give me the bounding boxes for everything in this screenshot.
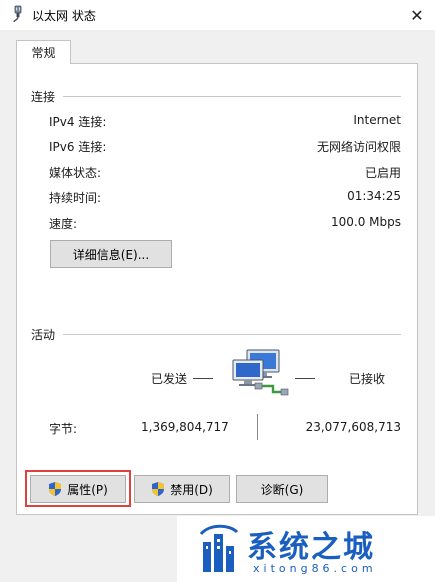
- media-state-value: 已启用: [364, 166, 401, 180]
- properties-button[interactable]: 属性(P): [30, 475, 126, 503]
- watermark-url: xitong86.com: [253, 562, 377, 575]
- received-dash: [295, 378, 315, 379]
- diagnose-button[interactable]: 诊断(G): [236, 475, 328, 503]
- speed-label: 速度:: [49, 217, 78, 231]
- received-label: 已接收: [349, 372, 386, 386]
- ipv4-label: IPv4 连接:: [49, 115, 107, 129]
- general-panel: 连接 IPv4 连接: Internet IPv6 连接: 无网络访问权限 媒体…: [16, 63, 418, 515]
- connection-group-divider: [63, 96, 401, 97]
- close-icon: ✕: [410, 5, 424, 25]
- dialog-body: 常规 连接 IPv4 连接: Internet IPv6 连接: 无网络访问权限…: [0, 30, 435, 582]
- sent-dash: [193, 378, 213, 379]
- uac-shield-icon: [49, 482, 62, 496]
- disable-button[interactable]: 禁用(D): [134, 475, 230, 503]
- activity-group-divider: [63, 334, 401, 335]
- connection-group-label: 连接: [31, 90, 56, 104]
- duration-value: 01:34:25: [347, 189, 401, 203]
- tab-general-label: 常规: [31, 46, 56, 60]
- uac-shield-icon: [152, 482, 165, 496]
- tab-general[interactable]: 常规: [16, 40, 71, 64]
- speed-value: 100.0 Mbps: [330, 215, 401, 229]
- disable-button-label: 禁用(D): [170, 482, 213, 497]
- sent-label: 已发送: [151, 372, 188, 386]
- network-computers-icon: [232, 349, 289, 396]
- title-bar: 以太网 状态 ✕: [0, 0, 435, 31]
- bytes-sent-value: 1,369,804,717: [141, 420, 229, 434]
- ipv4-value: Internet: [353, 113, 401, 127]
- watermark: 系统之城 xitong86.com: [177, 516, 435, 582]
- diagnose-button-label: 诊断(G): [260, 482, 304, 497]
- ipv6-label: IPv6 连接:: [49, 140, 107, 154]
- bytes-received-value: 23,077,608,713: [305, 420, 401, 434]
- media-state-label: 媒体状态:: [49, 166, 102, 180]
- duration-label: 持续时间:: [49, 191, 102, 205]
- activity-group-label: 活动: [31, 328, 56, 342]
- details-button-label: 详细信息(E)...: [72, 247, 150, 262]
- watermark-brand: 系统之城: [247, 530, 375, 565]
- bytes-separator: [257, 414, 258, 440]
- window-title: 以太网 状态: [32, 9, 96, 23]
- bytes-label: 字节:: [49, 422, 78, 436]
- properties-button-label: 属性(P): [67, 482, 108, 497]
- city-logo-icon: [199, 524, 239, 572]
- ipv6-value: 无网络访问权限: [316, 140, 401, 154]
- close-button[interactable]: ✕: [399, 0, 435, 30]
- network-cable-icon: [13, 5, 22, 23]
- details-button[interactable]: 详细信息(E)...: [50, 240, 172, 268]
